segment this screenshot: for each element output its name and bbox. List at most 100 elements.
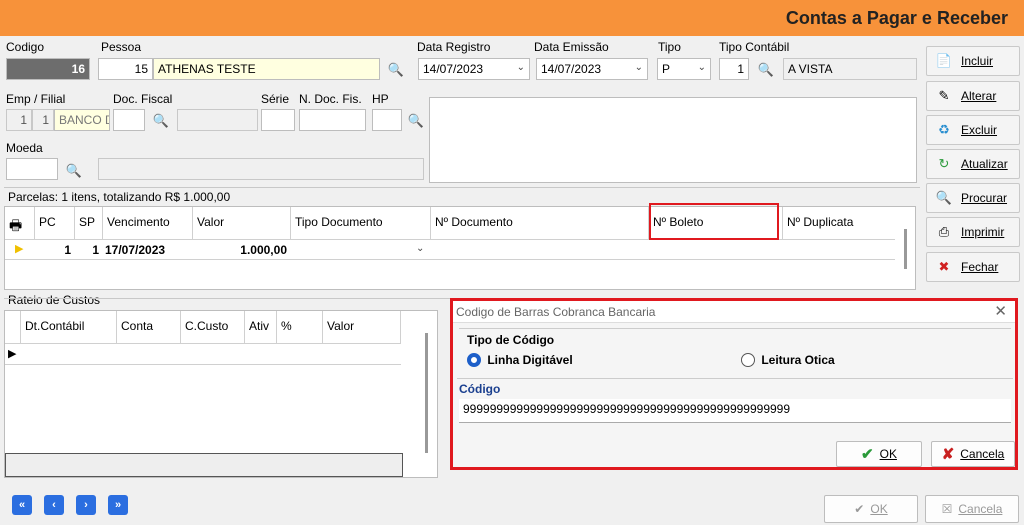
next-record-button[interactable]: › [76,495,96,515]
binoculars-icon[interactable]: 🔍 [757,62,775,78]
prev-record-button[interactable]: ‹ [44,495,64,515]
atualizar-label: Atualizar [961,157,1008,171]
dialog-cancel-label: Cancela [960,447,1005,461]
binoculars-icon[interactable]: 🔍 [65,163,83,179]
moeda-desc-field [98,158,424,180]
dialog-titlebar: Codigo de Barras Cobranca Bancaria ✕ [453,301,1015,323]
radio-unselected-icon[interactable] [741,352,755,367]
column-header[interactable]: Ativ [245,311,277,343]
binoculars-icon[interactable]: 🔍 [152,113,170,129]
chevron-down-icon[interactable]: ⌄ [416,243,424,254]
banco-field: BANCO D [54,109,110,131]
dialog-title: Codigo de Barras Cobranca Bancaria [456,305,656,319]
delete-icon: ♻ [938,122,950,137]
window-title: Contas a Pagar e Receber [785,8,1008,28]
data-emissao-value: 14/07/2023 [541,62,602,76]
cell-vencimento[interactable]: 17/07/2023 [105,243,165,257]
leitura-otica-option[interactable]: Leitura Otica [741,352,835,367]
moeda-field[interactable] [6,158,58,180]
incluir-label: Incluir [961,54,994,68]
refresh-icon: ↻ [938,156,950,171]
footer-ok-button[interactable]: ✔ OK [824,495,918,523]
chevron-down-icon: ⌄ [697,62,706,73]
column-header[interactable]: Dt.Contábil [21,311,117,343]
table-row[interactable]: ▶ 1 1 17/07/2023 1.000,00 ⌄ [5,239,895,260]
data-registro-field[interactable]: 14/07/2023 ⌄ [418,58,530,80]
pessoa-code-field[interactable]: 15 [98,58,153,80]
column-header[interactable]: SP [75,207,103,239]
doc-fiscal-desc-field [177,109,258,131]
tipo-label: Tipo [658,40,681,54]
barcode-dialog: Codigo de Barras Cobranca Bancaria ✕ Tip… [450,298,1018,470]
column-header[interactable]: Valor [323,311,401,343]
codigo-field[interactable]: 16 [6,58,90,80]
table-row[interactable]: ▶ [5,343,401,365]
binoculars-icon[interactable]: 🔍 [407,113,425,129]
row-indicator-icon: ▶ [15,243,24,255]
n-doc-fis-field[interactable] [299,109,366,131]
check-icon: ✔ [854,502,865,516]
data-registro-label: Data Registro [417,40,491,54]
data-emissao-label: Data Emissão [534,40,609,54]
barcode-input[interactable]: 9999999999999999999999999999999999999999… [459,399,1011,423]
cell-sp[interactable]: 1 [75,243,103,257]
pessoa-name-field[interactable]: ATHENAS TESTE [153,58,380,80]
serie-field[interactable] [261,109,295,131]
data-emissao-field[interactable]: 14/07/2023 ⌄ [536,58,648,80]
parcelas-grid[interactable]: 🖶 PC SP Vencimento Valor Tipo Documento … [4,206,916,290]
codigo-group: Código 999999999999999999999999999999999… [457,378,1013,428]
dialog-ok-button[interactable]: ✔ OK [836,441,922,467]
dialog-cancel-button[interactable]: ✘ Cancela [931,441,1015,467]
fechar-button[interactable]: ✖ Fechar [926,252,1020,282]
column-header[interactable]: Nº Duplicata [783,207,893,239]
radio-selected-icon[interactable] [467,352,481,367]
atualizar-button[interactable]: ↻ Atualizar [926,149,1020,179]
column-header[interactable]: PC [35,207,75,239]
linha-digitavel-option[interactable]: Linha Digitável [467,352,573,367]
rateio-grid[interactable]: Dt.Contábil Conta C.Custo Ativ % Valor ▶ [4,310,438,478]
last-record-button[interactable]: » [108,495,128,515]
imprimir-label: Imprimir [961,225,1005,239]
column-header[interactable]: Vencimento [103,207,193,239]
column-header[interactable]: C.Custo [181,311,245,343]
footer-cancel-button[interactable]: ☒ Cancela [925,495,1019,523]
cell-pc[interactable]: 1 [35,243,75,257]
incluir-button[interactable]: 📄 Incluir [926,46,1020,76]
scrollbar[interactable] [904,229,907,269]
fechar-label: Fechar [961,260,999,274]
first-record-button[interactable]: « [12,495,32,515]
observacao-field[interactable] [429,97,917,183]
binoculars-icon[interactable]: 🔍 [387,62,405,78]
procurar-button[interactable]: 🔍 Procurar [926,183,1020,213]
tipo-contabil-name-field: A VISTA [783,58,917,80]
close-icon[interactable]: ✕ [994,302,1007,320]
tipo-contabil-label: Tipo Contábil [719,40,790,54]
tipo-select[interactable]: P ⌄ [657,58,711,80]
column-header[interactable]: Nº Documento [431,207,649,239]
excluir-label: Excluir [961,123,998,137]
table-icon-column: 🖶 [5,207,35,239]
check-icon: ✔ [861,446,874,463]
hp-field[interactable] [372,109,402,131]
scrollbar[interactable] [425,333,428,453]
column-header[interactable]: Valor [193,207,291,239]
n-doc-fis-label: N. Doc. Fis. [299,92,362,106]
column-header[interactable]: Tipo Documento [291,207,431,239]
cancel-icon: ☒ [941,502,953,516]
alterar-button[interactable]: ✎ Alterar [926,81,1020,111]
leitura-otica-label: Leitura Otica [761,352,835,367]
binoculars-icon: 🔍 [935,190,953,205]
tipo-codigo-group: Tipo de Código Linha Digitável Leitura O… [459,328,1011,370]
serie-label: Série [261,92,290,106]
tipo-contabil-code-field[interactable]: 1 [719,58,749,80]
excluir-button[interactable]: ♻ Excluir [926,115,1020,145]
cell-valor[interactable]: 1.000,00 [193,243,291,257]
column-header[interactable]: % [277,311,323,343]
cancel-x-icon: ✘ [941,446,955,463]
codigo-dialog-label: Código [459,382,501,396]
doc-fiscal-field[interactable] [113,109,145,131]
tipo-codigo-label: Tipo de Código [467,333,555,347]
column-header[interactable]: Conta [117,311,181,343]
emp-field: 1 [6,109,32,131]
imprimir-button[interactable]: ⎙ Imprimir [926,217,1020,247]
